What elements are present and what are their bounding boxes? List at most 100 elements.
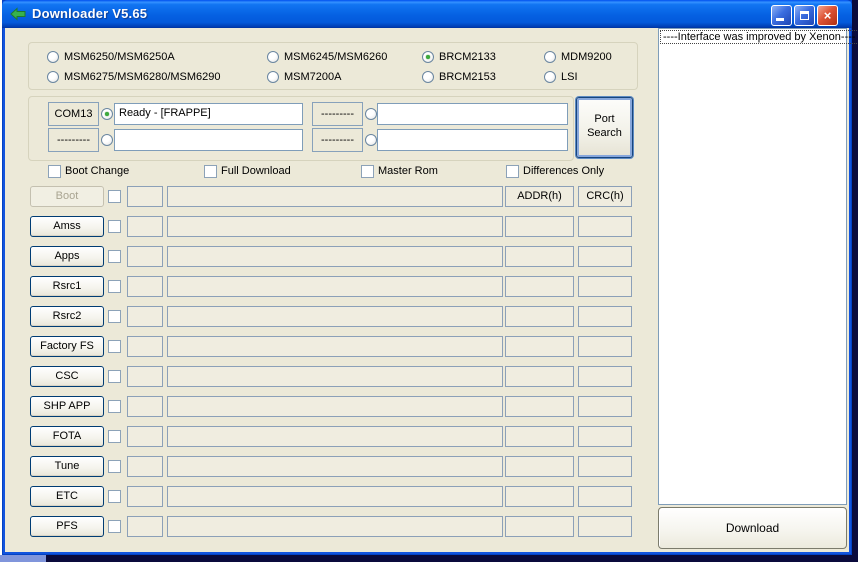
flash-row-crc-cell [578,216,632,237]
flash-row-crc-cell [578,456,632,477]
flash-row-button-fota[interactable]: FOTA [30,426,104,447]
flash-row-checkbox[interactable] [108,490,121,503]
port-select-button[interactable]: --------- [48,128,99,152]
flash-row-addr-cell [505,246,574,267]
flash-row-addr-cell [505,516,574,537]
port-status-field[interactable]: Ready - [FRAPPE] [114,103,303,125]
flash-row-addr-cell [505,336,574,357]
flash-row-button-tune[interactable]: Tune [30,456,104,477]
taskbar-strip [0,555,858,562]
port-select-button[interactable]: --------- [312,102,363,126]
chipset-option-label: MDM9200 [561,51,612,63]
titlebar: Downloader V5.65 × [2,0,852,28]
app-window: Downloader V5.65 × Port Search ----Inter… [2,0,858,555]
flash-row-button-etc[interactable]: ETC [30,486,104,507]
radio-icon[interactable] [47,71,59,83]
flash-row-crc-cell [578,426,632,447]
log-listbox[interactable]: ----Interface was improved by Xenon---- [658,28,858,505]
flash-row-button-apps[interactable]: Apps [30,246,104,267]
port-search-button[interactable]: Port Search [576,97,633,158]
port-status-field[interactable] [377,129,568,151]
radio-icon[interactable] [267,51,279,63]
flash-row-button-pfs[interactable]: PFS [30,516,104,537]
maximize-button[interactable] [794,5,815,26]
flash-row-addr-cell [505,366,574,387]
flash-row-button-shp-app[interactable]: SHP APP [30,396,104,417]
flash-row-addr-cell [505,276,574,297]
flash-row-checkbox[interactable] [108,340,121,353]
chipset-option-label: BRCM2133 [439,51,496,63]
flash-row-index-cell [127,486,163,507]
radio-icon[interactable] [47,51,59,63]
flash-row-checkbox[interactable] [108,460,121,473]
flash-row-checkbox[interactable] [108,280,121,293]
chipset-option-label: MSM6250/MSM6250A [64,51,175,63]
flash-row-checkbox[interactable] [108,220,121,233]
checkbox-icon[interactable] [204,165,217,178]
flash-row-button-csc[interactable]: CSC [30,366,104,387]
flash-row-file-cell [167,486,503,507]
app-icon [10,6,26,22]
flash-row-button-amss[interactable]: Amss [30,216,104,237]
port-radio[interactable] [101,108,113,120]
radio-icon[interactable] [422,71,434,83]
port-radio[interactable] [365,134,377,146]
minimize-button[interactable] [771,5,792,26]
flash-row-addr-cell [505,456,574,477]
flash-row-crc-cell [578,486,632,507]
flash-row-index-cell [127,516,163,537]
checkbox-icon[interactable] [506,165,519,178]
flash-row-index-cell [127,276,163,297]
flash-row-index-cell [127,336,163,357]
flash-row-checkbox[interactable] [108,370,121,383]
window-title: Downloader V5.65 [32,6,148,21]
flash-row-button-factory-fs[interactable]: Factory FS [30,336,104,357]
flash-row-addr-cell [505,396,574,417]
option-checkbox-label: Full Download [221,165,291,177]
flash-row-addr-cell [505,216,574,237]
flash-row-addr-cell [505,306,574,327]
flash-row-checkbox[interactable] [108,400,121,413]
option-checkbox-label: Boot Change [65,165,130,177]
flash-row-file-cell [167,456,503,477]
download-button[interactable]: Download [658,507,847,549]
port-select-button[interactable]: --------- [312,128,363,152]
flash-row-crc-cell [578,246,632,267]
flash-row-index-cell [127,246,163,267]
flash-row-index-cell [127,396,163,417]
flash-row-button-rsrc2[interactable]: Rsrc2 [30,306,104,327]
flash-row-button-rsrc1[interactable]: Rsrc1 [30,276,104,297]
flash-row-index-cell [127,306,163,327]
flash-row-checkbox[interactable] [108,520,121,533]
checkbox-icon[interactable] [48,165,61,178]
flash-row-checkbox[interactable] [108,430,121,443]
radio-icon[interactable] [544,71,556,83]
option-checkbox-label: Master Rom [378,165,438,177]
flash-row-checkbox[interactable] [108,250,121,263]
radio-icon[interactable] [422,51,434,63]
log-list-item[interactable]: ----Interface was improved by Xenon---- [660,30,858,44]
checkbox-icon[interactable] [361,165,374,178]
port-status-field[interactable] [377,103,568,125]
chipset-option-label: LSI [561,71,578,83]
port-radio[interactable] [101,134,113,146]
port-status-field[interactable] [114,129,303,151]
port-radio[interactable] [365,108,377,120]
radio-icon[interactable] [267,71,279,83]
radio-icon[interactable] [544,51,556,63]
addr-header-cell: ADDR(h) [505,186,574,207]
flash-row-file-cell [167,426,503,447]
flash-row-file-cell [167,366,503,387]
flash-row-index-cell [127,426,163,447]
flash-row-index-cell [127,186,163,207]
port-select-button[interactable]: COM13 [48,102,99,126]
flash-row-checkbox[interactable] [108,310,121,323]
close-icon: × [823,8,832,23]
flash-row-addr-cell [505,426,574,447]
flash-row-file-cell [167,216,503,237]
flash-row-file-cell [167,276,503,297]
flash-row-addr-cell [505,486,574,507]
flash-row-file-cell [167,516,503,537]
flash-row-checkbox[interactable] [108,190,121,203]
close-button[interactable]: × [817,5,838,26]
